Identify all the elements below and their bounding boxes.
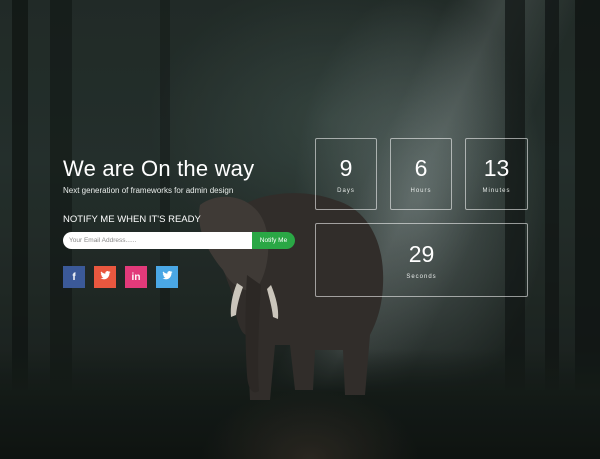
hours-value: 6 — [414, 155, 428, 181]
linkedin-icon: in — [131, 271, 141, 283]
notify-heading: NOTIFY ME WHEN IT'S READY — [63, 214, 201, 225]
linkedin-link[interactable]: in — [125, 266, 147, 288]
twitter-link[interactable] — [94, 266, 116, 288]
countdown-days: 9 Days — [315, 138, 377, 210]
twitter-icon — [99, 270, 111, 284]
hours-label: Hours — [410, 188, 432, 194]
days-label: Days — [337, 188, 355, 194]
facebook-icon: f — [72, 271, 76, 283]
days-value: 9 — [339, 155, 353, 181]
notify-me-button[interactable]: Notify Me — [252, 232, 295, 249]
seconds-value: 29 — [408, 241, 435, 267]
seconds-label: Seconds — [406, 274, 437, 280]
notify-form: Notify Me — [63, 232, 295, 249]
page-title: We are On the way — [63, 156, 255, 181]
email-field[interactable] — [63, 232, 252, 249]
social-links: f in — [63, 266, 178, 288]
facebook-link[interactable]: f — [63, 266, 85, 288]
countdown-minutes: 13 Minutes — [465, 138, 528, 210]
minutes-label: Minutes — [482, 188, 511, 194]
countdown-hours: 6 Hours — [390, 138, 452, 210]
countdown-seconds: 29 Seconds — [315, 223, 528, 297]
twitter-icon — [161, 270, 173, 284]
page-subtitle: Next generation of frameworks for admin … — [63, 186, 234, 195]
minutes-value: 13 — [483, 155, 510, 181]
twitter-link[interactable] — [156, 266, 178, 288]
